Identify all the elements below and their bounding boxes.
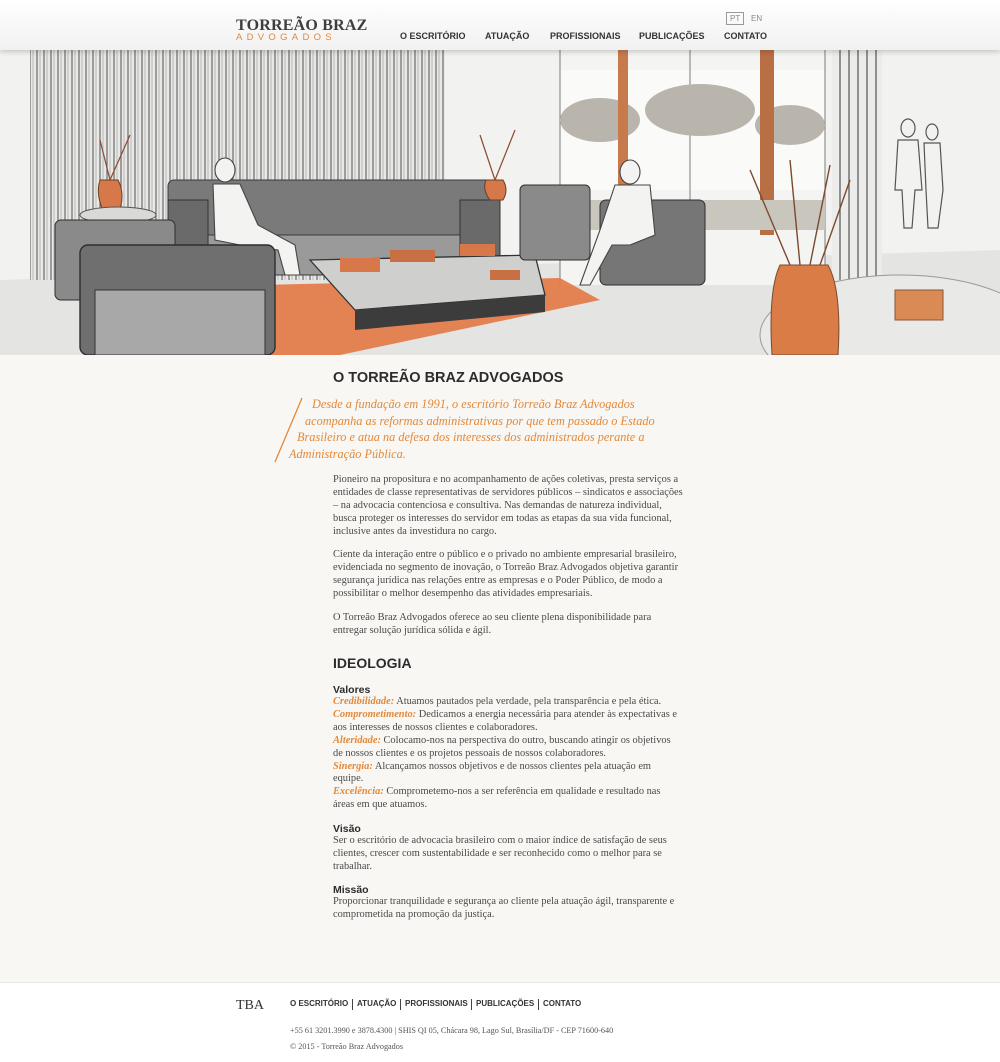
nav-item-profissionais[interactable]: PROFISSIONAIS (550, 31, 621, 41)
footer-nav-divider (352, 999, 353, 1010)
footer-nav-profissionais[interactable]: PROFISSIONAIS (405, 999, 468, 1008)
nav-item-atuacao[interactable]: ATUAÇÃO (485, 31, 529, 41)
valor-item: Alteridade: Colocamo-nos na perspectiva … (333, 735, 683, 761)
ideologia-title: IDEOLOGIA (333, 655, 412, 671)
logo-tagline: ADVOGADOS (236, 32, 336, 43)
valor-text: Colocamo-nos na perspectiva do outro, bu… (333, 734, 671, 759)
site-logo[interactable]: TORREÃO BRAZ ADVOGADOS (236, 18, 367, 43)
intro-paragraph-3: O Torreão Braz Advogados oferece ao seu … (333, 612, 652, 636)
lang-pt-button[interactable]: PT (726, 12, 745, 25)
lang-en-button[interactable]: EN (751, 12, 762, 25)
site-footer: TBA O ESCRITÓRIO ATUAÇÃO PROFISSIONAIS P… (0, 982, 1000, 1062)
valor-text: Alcançamos nossos objetivos e de nossos … (333, 760, 652, 785)
footer-nav-contato[interactable]: CONTATO (543, 999, 581, 1008)
footer-address: +55 61 3201.3990 e 3878.4300 | SHIS QI 0… (290, 1026, 614, 1035)
valor-term: Alteridade: (333, 734, 381, 746)
quote-line-3: Brasileiro e atua na defesa dos interess… (297, 430, 645, 444)
valor-item: Sinergia: Alcançamos nossos objetivos e … (333, 761, 683, 787)
quote-line-4: Administração Pública. (289, 446, 406, 461)
valor-item: Comprometimento: Dedicamos a energia nec… (333, 709, 683, 735)
logo-wordmark: TORREÃO BRAZ (236, 17, 368, 34)
quote-line-1: Desde a fundação em 1991, o escritório T… (312, 397, 635, 411)
main-nav: O ESCRITÓRIO ATUAÇÃO PROFISSIONAIS PUBLI… (400, 31, 780, 45)
intro-paragraph-1: Pioneiro na propositura e no acompanhame… (333, 474, 683, 537)
nav-item-escritorio[interactable]: O ESCRITÓRIO (400, 31, 466, 41)
footer-nav-escritorio[interactable]: O ESCRITÓRIO (290, 999, 348, 1008)
site-header: TORREÃO BRAZ ADVOGADOS PT EN O ESCRITÓRI… (0, 0, 1000, 50)
valor-term: Comprometimento: (333, 708, 417, 720)
nav-item-contato[interactable]: CONTATO (724, 31, 767, 41)
footer-nav-divider (538, 999, 539, 1010)
hero-illustration (0, 50, 1000, 355)
intro-quote: Desde a fundação em 1991, o escritório T… (272, 396, 692, 464)
footer-nav-divider (471, 999, 472, 1010)
footer-nav-publicacoes[interactable]: PUBLICAÇÕES (476, 999, 534, 1008)
valor-text: Atuamos pautados pela verdade, pela tran… (394, 696, 662, 707)
intro-paragraph-2: Ciente da interação entre o público e o … (333, 549, 679, 599)
valor-term: Excelência: (333, 786, 384, 798)
visao-text: Ser o escritório de advocacia brasileiro… (333, 835, 667, 872)
footer-copyright: © 2015 - Torreão Braz Advogados (290, 1042, 404, 1051)
missao-text: Proporcionar tranquilidade e segurança a… (333, 896, 675, 920)
valor-term: Credibilidade: (333, 696, 395, 707)
quote-line-2: acompanha as reformas administrativas po… (305, 413, 655, 428)
footer-nav-atuacao[interactable]: ATUAÇÃO (357, 999, 396, 1008)
valor-item: Credibilidade: Atuamos pautados pela ver… (333, 696, 683, 709)
footer-logo[interactable]: TBA (236, 998, 264, 1014)
footer-nav-divider (400, 999, 401, 1010)
nav-item-publicacoes[interactable]: PUBLICAÇÕES (639, 31, 705, 41)
valor-item: Excelência: Comprometemo-nos a ser refer… (333, 786, 683, 812)
valores-list: Credibilidade: Atuamos pautados pela ver… (333, 696, 683, 812)
valor-term: Sinergia: (333, 760, 373, 772)
page-title: O TORREÃO BRAZ ADVOGADOS (333, 370, 564, 386)
